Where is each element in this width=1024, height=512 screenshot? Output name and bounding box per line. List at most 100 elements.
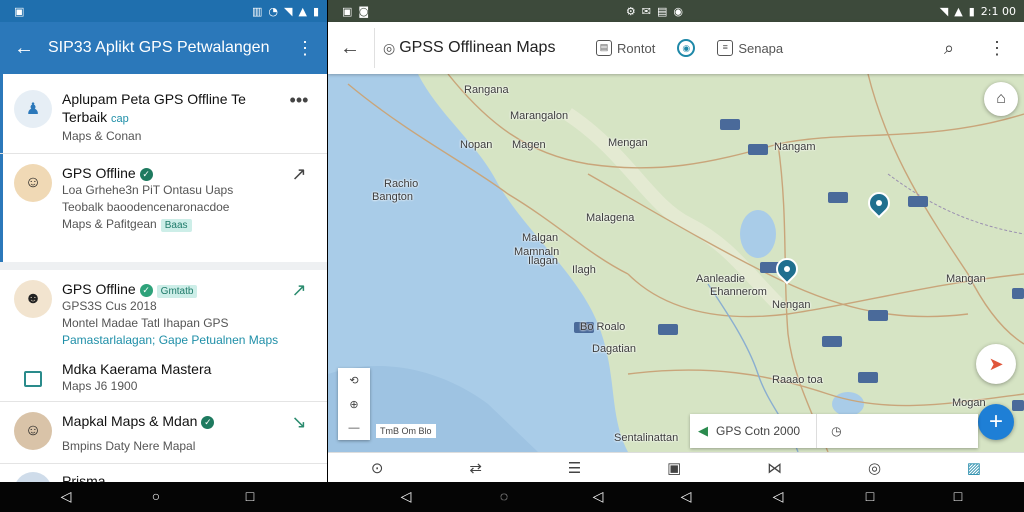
app-bar-title: SIP33 Aplikt GPS Petwalangen (48, 39, 270, 56)
list-item-link[interactable]: Pamastarlalagan; Gape Petualnen Maps (62, 332, 285, 349)
status-bar-right: ▣ ◙ ⚙ ✉ ▤ ◉ ◥ ▲ ▮ 2:1 00 (328, 0, 1024, 22)
status-bar-left: ▣ ▥ ◔ ◥ ▲ ▮ (0, 0, 327, 22)
tab-explore-icon[interactable]: ⊙ (371, 459, 384, 477)
app-list-pane: ▣ ▥ ◔ ◥ ▲ ▮ ← SIP33 Aplikt GPS Petwalang… (0, 0, 327, 482)
tag-badge: Gmtatb (156, 285, 198, 298)
nav-back-icon[interactable]: ◁ (676, 488, 696, 505)
map-label: Ilagh (572, 264, 596, 276)
more-horizontal-icon[interactable]: ••• (285, 90, 313, 145)
list-item-title: Aplupam Peta GPS Offline Te (62, 91, 246, 107)
location-icon: ◎ (383, 39, 396, 56)
map-label: Dagatian (592, 343, 637, 355)
nav-recents-icon[interactable]: □ (948, 488, 968, 504)
section-gap (0, 262, 327, 270)
back-arrow-icon[interactable]: ← (340, 37, 368, 60)
map-toolbar: ← ◎ GPSS Offlinean Maps ▤ Rontot ◉ ≡ Sen… (328, 22, 1024, 74)
map-label: Mangan (946, 273, 986, 285)
map-pane: ▣ ◙ ⚙ ✉ ▤ ◉ ◥ ▲ ▮ 2:1 00 ← ◎ GPSS Offlin… (328, 0, 1024, 482)
map-lake (832, 392, 864, 416)
open-arrow-icon[interactable]: ↗ (285, 164, 313, 233)
map-app-icon (14, 360, 52, 398)
compass-icon[interactable]: ⌂ (984, 82, 1018, 116)
nav-back-icon[interactable]: ◁ (56, 488, 76, 505)
route-shield (1012, 288, 1024, 299)
open-arrow-icon[interactable]: ↗ (285, 280, 313, 349)
map-label: Ilagan (528, 255, 558, 267)
nav-home-icon[interactable]: ○ (146, 488, 166, 504)
app-notification-icon: ▣ (14, 4, 25, 18)
save-chip[interactable]: ≡ Senapa (717, 40, 783, 56)
list-item[interactable]: Mdka Kaerama Mastera Maps J6 1900 (0, 360, 327, 398)
open-arrow-icon[interactable]: ↘ (285, 412, 313, 455)
timer-icon[interactable]: ◷ (831, 424, 841, 438)
direction-icon: ◀ (698, 423, 708, 438)
list-item[interactable]: ♟ Aplupam Peta GPS Offline Te Terbaik ca… (0, 90, 327, 145)
route-shield (868, 310, 888, 321)
route-shield (748, 144, 768, 155)
search-icon[interactable]: ⌕ (934, 38, 964, 59)
tab-compass-icon[interactable]: ◎ (868, 459, 881, 477)
list-item-line: Maps J6 1900 (62, 379, 138, 393)
tab-list-icon[interactable]: ☰ (568, 459, 581, 477)
nav-recents-icon[interactable]: □ (240, 488, 260, 504)
map-label: Mogan (952, 397, 986, 409)
gps-info-text: GPS Cotn 2000 (716, 424, 801, 438)
map-label: Mengan (608, 137, 648, 149)
route-chip[interactable]: ▤ Rontot (596, 40, 655, 56)
nav-assistant-icon[interactable]: ◌ (494, 488, 514, 504)
list-item-line: Maps & Pafitgean (62, 217, 157, 231)
add-button[interactable]: + (978, 404, 1014, 440)
map-search-field[interactable]: ◎ GPSS Offlinean Maps (374, 28, 574, 68)
offline-map[interactable] (328, 74, 1024, 452)
notification-icon: ▣ (342, 4, 353, 18)
back-arrow-icon[interactable]: ← (12, 37, 36, 60)
list-item-link[interactable]: cap (111, 113, 129, 125)
nav-back-icon[interactable]: ◁ (588, 488, 608, 505)
route-icon: ▤ (596, 40, 612, 56)
more-options-icon[interactable]: ⋮ (982, 38, 1012, 59)
map-label: Sentalinattan (614, 432, 679, 444)
wifi-icon: ◥ (284, 4, 293, 18)
scale-indicator: TmB Om Blo (376, 424, 436, 438)
notification-icon: ◙ (358, 4, 370, 18)
route-shield (908, 196, 928, 207)
map-lake (740, 210, 776, 258)
list-item[interactable]: ☻ GPS Offline ✓ Gmtatb GPS3S Cus 2018 Mont… (0, 280, 327, 349)
nav-recents-icon[interactable]: □ (860, 488, 880, 504)
layers-icon[interactable]: ◉ (677, 39, 696, 57)
more-options-icon[interactable]: ⋮ (295, 38, 315, 59)
verified-icon: ✓ (139, 168, 153, 181)
map-label: Malgan (522, 232, 559, 244)
tab-download-icon[interactable]: ▣ (667, 459, 681, 477)
app-bar: ← SIP33 Aplikt GPS Petwalangen ⋮ (0, 22, 327, 74)
navigate-icon[interactable]: ➤ (976, 344, 1016, 384)
gps-info-card[interactable]: ◀ GPS Cotn 2000 ◷ (690, 414, 978, 448)
route-shield (822, 336, 842, 347)
list-item-line: Teobalk baoodencenaronacdoe (62, 200, 230, 214)
list-item-category: Maps & Conan (62, 129, 142, 143)
route-shield (858, 372, 878, 383)
zoom-control[interactable]: ⟲ ⊕ — (338, 368, 370, 440)
route-shield (828, 192, 848, 203)
bookmark-icon: ≡ (717, 40, 734, 56)
notification-icon: ▤ (656, 4, 668, 18)
zoom-in-icon[interactable]: ⊕ (349, 398, 358, 411)
list-item[interactable]: Prisma (0, 472, 327, 482)
map-label: Rachio (384, 178, 419, 190)
nav-back-icon[interactable]: ◁ (396, 488, 416, 505)
map-label: Malagena (586, 212, 635, 224)
zoom-out-icon[interactable]: — (349, 422, 360, 434)
tab-route-icon[interactable]: ⇄ (469, 459, 482, 477)
list-item-title: GPS Offline (62, 165, 136, 181)
list-item-title: Mdka Kaerama Mastera (62, 361, 212, 377)
list-item-line: Montel Madae Tatl Ihapan GPS (62, 316, 229, 330)
verified-icon: ✓ (201, 416, 215, 429)
tab-tracks-icon[interactable]: ⋈ (767, 459, 782, 477)
list-item[interactable]: ☺ Mapkal Maps & Mdan ✓ Bmpins Daty Nere M… (0, 412, 327, 455)
list-item-title: Mapkal Maps & Mdan (62, 413, 198, 429)
rotate-icon[interactable]: ⟲ (349, 374, 358, 387)
app-list: ♟ Aplupam Peta GPS Offline Te Terbaik ca… (0, 74, 327, 482)
tab-map-icon[interactable]: ▨ (967, 459, 981, 477)
nav-back-icon[interactable]: ◁ (768, 488, 788, 505)
list-item[interactable]: ☺ GPS Offline ✓ Loa Grhehe3n PiT Ontasu U… (0, 164, 327, 233)
